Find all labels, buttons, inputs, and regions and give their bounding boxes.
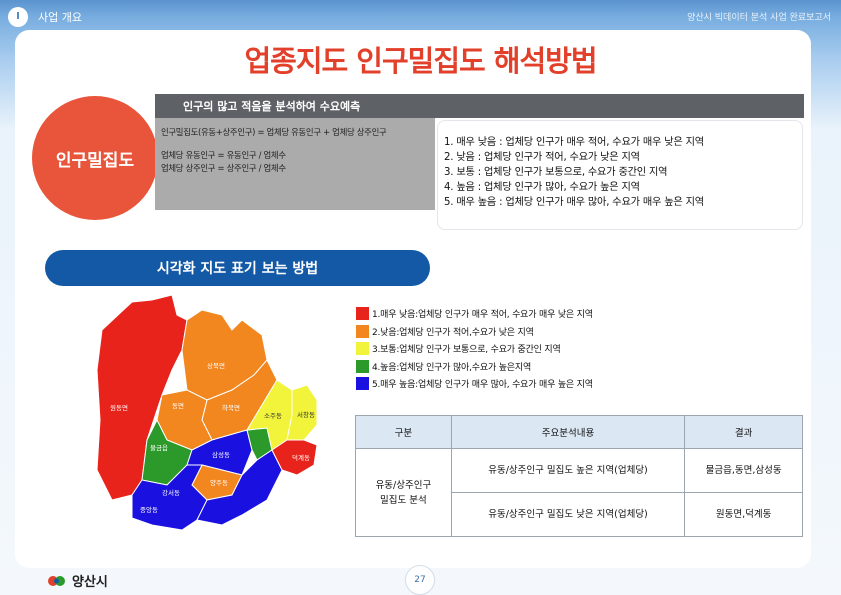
map-label-habuk: 하북면 — [222, 403, 240, 412]
formula-box: 인구밀집도(유동+상주인구) = 업체당 유동인구 + 업체당 상주인구 업체당… — [155, 118, 435, 210]
level-item-1: 1. 매우 낮음 : 업체당 인구가 매우 적어, 수요가 매우 낮은 지역 — [444, 137, 704, 148]
table-header-row: 구분 주요분석내용 결과 — [355, 415, 803, 449]
table-header-result: 결과 — [684, 415, 803, 449]
legend-swatch-2 — [356, 324, 369, 338]
legend-label-3: 3.보통:업체당 인구가 보통으로, 수요가 중간인 지역 — [372, 345, 561, 356]
legend-item-2: 2.낮음:업체당 인구가 적어,수요가 낮은 지역 — [356, 323, 593, 341]
population-density-badge: 인구밀집도 — [32, 96, 158, 220]
legend-swatch-1 — [356, 307, 369, 321]
page-title: 업종지도 인구밀집도 해석방법 — [244, 44, 597, 78]
level-item-5: 5. 매우 높음 : 업체당 인구가 매우 많아, 수요가 매우 높은 지역 — [444, 197, 704, 208]
analysis-result-table: 구분 주요분석내용 결과 유동/상주인구 밀집도 분석 유동/상주인구 밀집도 … — [355, 415, 803, 537]
table-content-cell: 유동/상주인구 밀집도 높은 지역(업체당) — [450, 448, 686, 493]
map-section-title-text: 시각화 지도 표기 보는 방법 — [156, 261, 319, 277]
legend-item-4: 4.높음:업체당 인구가 많아,수요가 높은지역 — [356, 358, 593, 376]
section-number-badge: I — [8, 7, 28, 27]
section-title: 사업 개요 — [38, 11, 82, 24]
table-category-cell: 유동/상주인구 밀집도 분석 — [355, 448, 452, 537]
choropleth-map: 원동면 상북면 하북면 동면 물금읍 양주동 중앙동 삼성동 강서동 서창동 소… — [96, 294, 318, 531]
report-title: 양산시 빅데이터 분석 사업 완료보고서 — [687, 13, 831, 23]
level-item-4: 4. 높음 : 업체당 인구가 많아, 수요가 높은 지역 — [444, 182, 640, 193]
level-item-2: 2. 낮음 : 업체당 인구가 적어, 수요가 낮은 지역 — [444, 152, 640, 163]
map-label-seochang: 서창동 — [297, 410, 315, 419]
legend-item-1: 1.매우 낮음:업체당 인구가 매우 적어, 수요가 매우 낮은 지역 — [356, 305, 593, 323]
legend-label-4: 4.높음:업체당 인구가 많아,수요가 높은지역 — [372, 362, 532, 373]
badge-label: 인구밀집도 — [55, 150, 135, 171]
map-label-soju: 소주동 — [264, 412, 282, 420]
level-item-3: 3. 보통 : 업체당 인구가 보통으로, 수요가 중간인 지역 — [444, 167, 668, 178]
legend-item-3: 3.보통:업체당 인구가 보통으로, 수요가 중간인 지역 — [356, 340, 593, 358]
map-label-wondong: 원동면 — [110, 403, 128, 412]
legend-swatch-3 — [356, 342, 369, 356]
page-number-text: 27 — [414, 575, 426, 585]
map-label-jungang: 중앙동 — [140, 506, 158, 514]
map-label-mulgeum: 물금읍 — [150, 444, 168, 452]
formula-floating: 업체당 유동인구 = 유동인구 / 업체수 — [161, 150, 286, 160]
table-content-cell: 유동/상주인구 밀집도 낮은 지역(업체당) — [450, 492, 686, 537]
page-number: 27 — [405, 565, 435, 595]
formula-total: 인구밀집도(유동+상주인구) = 업체당 유동인구 + 업체당 상주인구 — [161, 127, 387, 137]
description-header: 인구의 많고 적음을 분석하여 수요예측 — [155, 94, 804, 118]
legend-label-1: 1.매우 낮음:업체당 인구가 매우 적어, 수요가 매우 낮은 지역 — [372, 310, 593, 321]
logo-text: 양산시 — [72, 575, 108, 590]
map-label-yangju: 양주동 — [210, 479, 228, 487]
top-bar: I 사업 개요 양산시 빅데이터 분석 사업 완료보고서 — [0, 0, 841, 32]
map-legend: 1.매우 낮음:업체당 인구가 매우 적어, 수요가 매우 낮은 지역 2.낮음… — [356, 305, 593, 393]
map-label-samsung: 삼성동 — [212, 450, 230, 459]
legend-swatch-4 — [356, 359, 369, 373]
table-result-cell: 원동면,덕계동 — [684, 492, 803, 537]
legend-label-2: 2.낮음:업체당 인구가 적어,수요가 낮은 지역 — [372, 327, 534, 338]
legend-item-5: 5.매우 높음:업체당 인구가 매우 많아, 수요가 매우 높은 지역 — [356, 375, 593, 393]
city-logo: 양산시 — [47, 571, 108, 590]
map-label-sangbuk: 상북면 — [207, 361, 225, 370]
table-header-content: 주요분석내용 — [450, 415, 686, 449]
table-result-cell: 물금읍,동면,삼성동 — [684, 448, 803, 493]
table-header-category: 구분 — [355, 415, 452, 449]
city-emblem-icon — [48, 575, 65, 586]
legend-swatch-5 — [356, 377, 369, 391]
table-row: 유동/상주인구 밀집도 분석 유동/상주인구 밀집도 높은 지역(업체당) 물금… — [355, 448, 803, 537]
map-label-dong: 동면 — [172, 401, 184, 410]
map-label-gangseo: 강서동 — [162, 488, 180, 497]
map-label-deokgye: 덕계동 — [292, 453, 310, 462]
level-description-box: 1. 매우 낮음 : 업체당 인구가 매우 적어, 수요가 매우 낮은 지역 2… — [437, 120, 803, 230]
map-section-title: 시각화 지도 표기 보는 방법 — [45, 250, 430, 286]
formula-resident: 업체당 상주인구 = 상주인구 / 업체수 — [161, 163, 286, 173]
legend-label-5: 5.매우 높음:업체당 인구가 매우 많아, 수요가 매우 높은 지역 — [372, 380, 593, 391]
